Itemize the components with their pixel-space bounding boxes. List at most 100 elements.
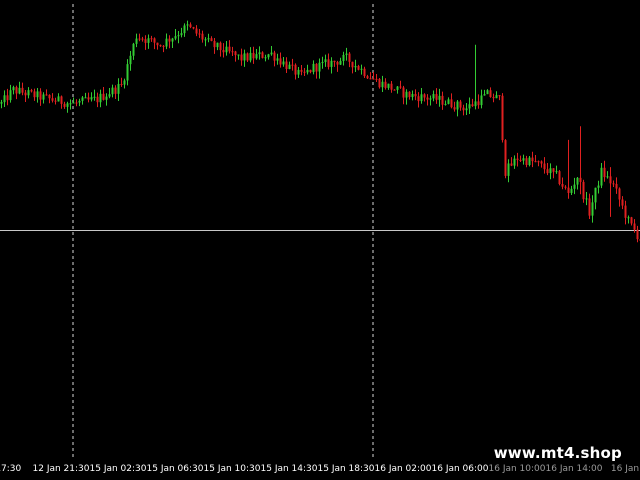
candle-body xyxy=(129,55,132,65)
candle-body xyxy=(177,35,180,37)
candle-body xyxy=(261,52,264,58)
candle-body xyxy=(45,94,48,96)
candle-body xyxy=(210,38,213,41)
candle-body xyxy=(423,94,426,98)
candle-body xyxy=(477,101,480,106)
candle-body xyxy=(315,63,318,72)
candle-body xyxy=(393,89,396,91)
candle-body xyxy=(345,53,348,55)
candle-body xyxy=(321,62,324,64)
candle-body xyxy=(90,97,93,100)
candle-body xyxy=(381,81,384,88)
candle-body xyxy=(318,62,321,72)
candle-body xyxy=(279,58,282,65)
candle-body xyxy=(615,183,618,189)
candle-body xyxy=(342,54,345,61)
candle-body xyxy=(309,69,312,73)
candle-body xyxy=(201,33,204,40)
candle-body xyxy=(294,64,297,75)
candle-body xyxy=(174,36,177,39)
candle-body xyxy=(15,87,18,94)
candle-body xyxy=(420,94,423,102)
candle-body xyxy=(396,86,399,90)
candle-body xyxy=(357,66,360,70)
candle-body xyxy=(183,25,186,34)
candle-body xyxy=(33,91,36,98)
candle-body xyxy=(336,62,339,65)
candle-body xyxy=(36,91,39,98)
candle-body xyxy=(375,78,378,80)
candle-body xyxy=(84,97,87,99)
candle-body xyxy=(144,39,147,43)
candle-body xyxy=(471,104,474,107)
candle-body xyxy=(480,95,483,106)
candle-body xyxy=(384,81,387,88)
candle-body xyxy=(255,54,258,59)
candle-body xyxy=(156,42,159,46)
candle-body xyxy=(528,157,531,166)
candle-body xyxy=(372,78,375,80)
candle-body xyxy=(504,140,507,176)
x-tick-label: 16 Jan 14:00 xyxy=(546,464,603,474)
candle-body xyxy=(594,187,597,203)
candle-body xyxy=(327,59,330,67)
candle-body xyxy=(360,68,363,70)
candle-body xyxy=(312,63,315,73)
candle-body xyxy=(150,38,153,40)
candle-body xyxy=(378,78,381,88)
candle-body xyxy=(246,53,249,61)
candle-body xyxy=(588,198,591,216)
candle-body xyxy=(576,177,579,185)
candle-body xyxy=(258,52,261,55)
candle-body xyxy=(171,38,174,42)
candle-body xyxy=(351,61,354,68)
x-tick-label: 15 Jan 06:30 xyxy=(147,464,204,474)
candle-body xyxy=(543,163,546,170)
candle-body xyxy=(339,60,342,65)
candlestick-chart: n 17:30 12 Jan 21:3015 Jan 02:3015 Jan 06… xyxy=(0,4,640,474)
candle-body xyxy=(216,42,219,48)
candle-body xyxy=(204,39,207,41)
candle-body xyxy=(330,60,333,67)
candle-body xyxy=(600,167,603,186)
candle-body xyxy=(249,52,252,61)
candle-body xyxy=(135,38,138,44)
candle-body xyxy=(582,181,585,200)
candle-body xyxy=(120,83,123,85)
candle-body xyxy=(510,163,513,166)
candle-body xyxy=(468,104,471,109)
candle-body xyxy=(111,87,114,95)
candle-body xyxy=(348,53,351,62)
candle-body xyxy=(291,64,294,66)
candle-body xyxy=(273,52,276,61)
candle-body xyxy=(99,93,102,103)
candle-body xyxy=(621,199,624,206)
candle-body xyxy=(633,223,636,230)
candle-body xyxy=(492,96,495,99)
candle-body xyxy=(78,100,81,103)
candle-body xyxy=(132,43,135,56)
candle-body xyxy=(303,71,306,73)
candle-body xyxy=(603,167,606,178)
candle-body xyxy=(192,27,195,29)
candle-body xyxy=(168,38,171,42)
candle-body xyxy=(363,68,366,77)
candle-body xyxy=(474,101,477,107)
candle-body xyxy=(549,168,552,174)
candle-body xyxy=(189,24,192,28)
candle-body xyxy=(165,38,168,47)
candle-body xyxy=(21,87,24,93)
candle-body xyxy=(453,107,456,110)
candle-body xyxy=(42,94,45,100)
candle-body xyxy=(627,217,630,219)
candle-body xyxy=(18,87,21,94)
candle-body xyxy=(411,94,414,98)
candle-body xyxy=(282,61,285,65)
candle-body xyxy=(579,177,582,182)
candle-body xyxy=(495,95,498,99)
candle-body xyxy=(414,94,417,97)
candle-body xyxy=(387,83,390,88)
candle-body xyxy=(231,51,234,53)
candle-body xyxy=(207,38,210,40)
candle-body xyxy=(24,92,27,96)
